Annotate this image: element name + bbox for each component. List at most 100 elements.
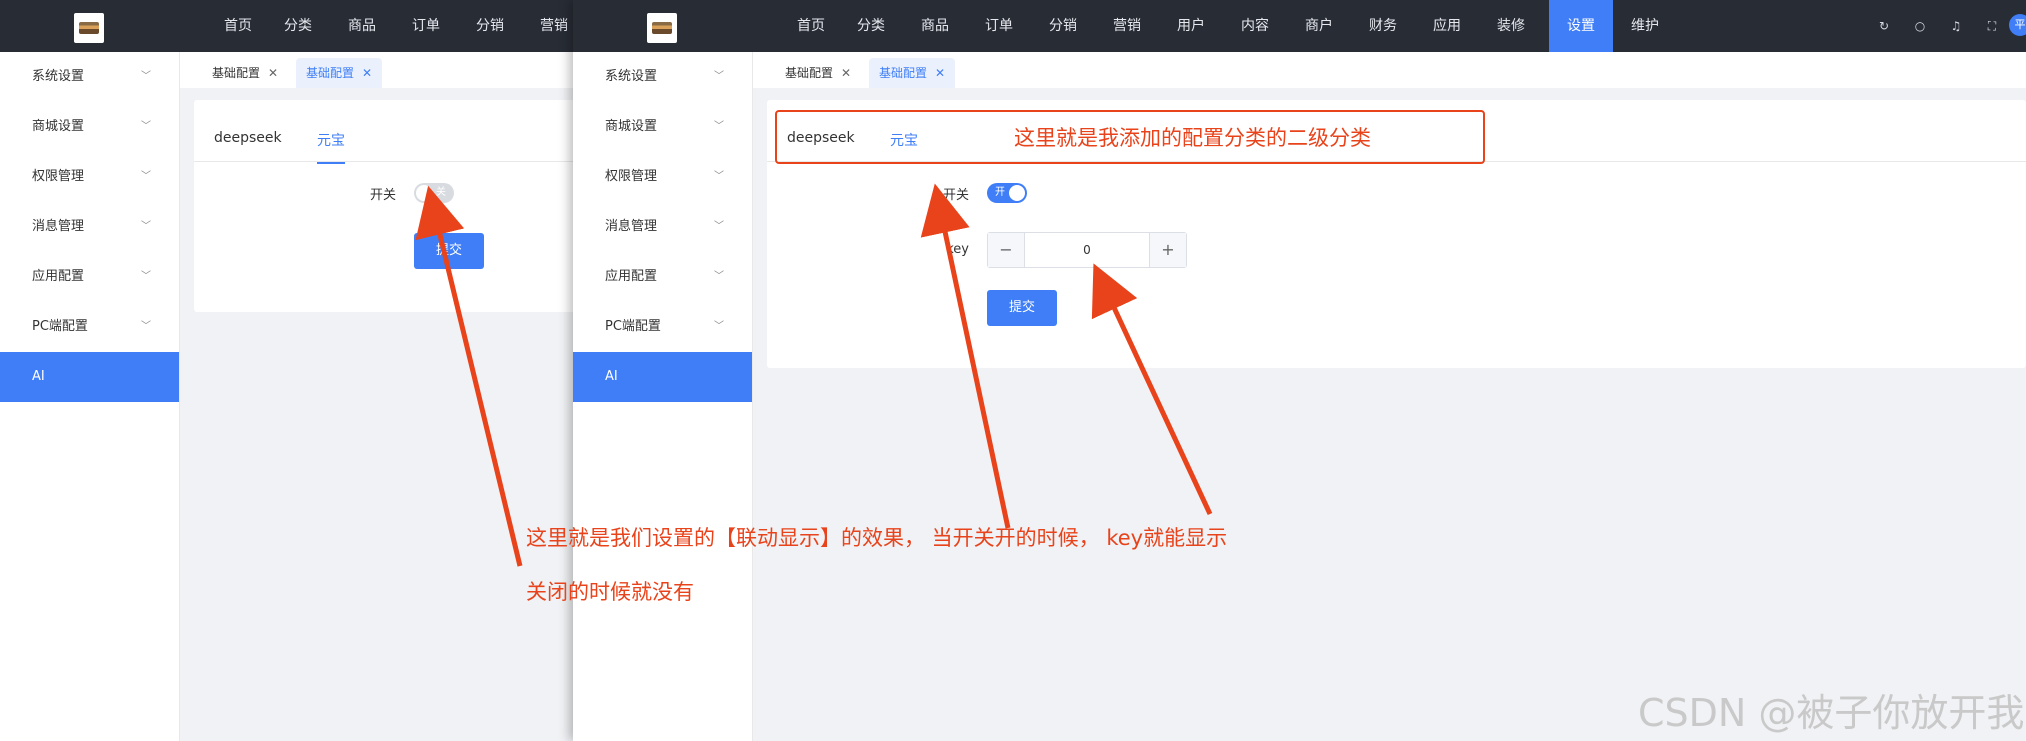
sidebar-item-mall[interactable]: 商城设置 ﹀ (573, 102, 752, 152)
nav-home[interactable]: 首页 (783, 0, 839, 52)
sidebar-item-label: 商城设置 (605, 119, 658, 134)
switch-state-text: 开 (995, 187, 1005, 198)
cake-icon (652, 22, 672, 34)
nav-product[interactable]: 商品 (330, 0, 394, 52)
nav-maintenance[interactable]: 维护 (1613, 0, 1677, 52)
sidebar-item-label: 应用配置 (32, 269, 85, 284)
logo[interactable] (74, 13, 104, 43)
nav-settings[interactable]: 设置 (1549, 0, 1613, 52)
sidebar: 系统设置 ﹀ 商城设置 ﹀ 权限管理 ﹀ 消息管理 ﹀ 应用配置 ﹀ PC端配置 ﹀ AI (0, 52, 180, 741)
nav-distribution[interactable]: 分销 (458, 0, 522, 52)
increment-button[interactable]: + (1150, 233, 1186, 267)
sidebar: 系统设置 ﹀ 商城设置 ﹀ 权限管理 ﹀ 消息管理 ﹀ 应用配置 ﹀ PC端配置 ﹀ AI (573, 52, 753, 741)
decrement-button[interactable]: − (988, 233, 1024, 267)
sidebar-item-label: AI (32, 369, 45, 384)
chevron-down-icon: ﹀ (714, 271, 724, 282)
close-icon[interactable]: ✕ (268, 66, 278, 80)
nav-category[interactable]: 分类 (839, 0, 903, 52)
sidebar-item-ai[interactable]: AI (0, 352, 179, 402)
submit-button[interactable]: 提交 (414, 233, 484, 269)
top-navbar: 首页 分类 商品 订单 分销 营销 (0, 0, 573, 52)
sidebar-item-app[interactable]: 应用配置 ﹀ (0, 252, 179, 302)
config-card: deepseek 元宝 开关 关 提交 (194, 100, 573, 312)
sidebar-item-message[interactable]: 消息管理 ﹀ (573, 202, 752, 252)
chevron-down-icon: ﹀ (141, 221, 151, 232)
nav-merchant[interactable]: 商户 (1287, 0, 1351, 52)
top-icon-group: ↻ ○ ♫ ⛶ (1855, 0, 1999, 52)
nav-marketing[interactable]: 营销 (1095, 0, 1159, 52)
logo[interactable] (647, 13, 677, 43)
chevron-down-icon: ﹀ (141, 121, 151, 132)
tab-basic-config[interactable]: 基础配置 ✕ (775, 58, 861, 88)
nav-category[interactable]: 分类 (266, 0, 330, 52)
sidebar-item-message[interactable]: 消息管理 ﹀ (0, 202, 179, 252)
sidebar-item-pc[interactable]: PC端配置 ﹀ (573, 302, 752, 352)
inner-tab-yuanbao[interactable]: 元宝 (317, 130, 345, 164)
nav-marketing[interactable]: 营销 (522, 0, 573, 52)
toggle-switch[interactable]: 开 (987, 183, 1027, 203)
inner-tabs: deepseek 元宝 (194, 100, 573, 164)
tab-label: 基础配置 (879, 66, 928, 80)
refresh-icon[interactable]: ↻ (1877, 19, 1891, 33)
close-icon[interactable]: ✕ (362, 66, 372, 80)
tab-basic-config-active[interactable]: 基础配置 ✕ (296, 58, 383, 88)
sidebar-item-label: 消息管理 (32, 219, 85, 234)
nav-finance[interactable]: 财务 (1351, 0, 1415, 52)
tab-label: 基础配置 (785, 66, 834, 80)
inner-tab-deepseek[interactable]: deepseek (214, 130, 282, 146)
sidebar-item-label: 商城设置 (32, 119, 85, 134)
sidebar-item-app[interactable]: 应用配置 ﹀ (573, 252, 752, 302)
nav-order[interactable]: 订单 (967, 0, 1031, 52)
sidebar-item-label: 系统设置 (605, 69, 658, 84)
left-window: 首页 分类 商品 订单 分销 营销 系统设置 ﹀ 商城设置 ﹀ 权限管理 ﹀ 消息管理… (0, 0, 573, 741)
nav-apps[interactable]: 应用 (1415, 0, 1479, 52)
submit-button[interactable]: 提交 (987, 290, 1057, 326)
chevron-down-icon: ﹀ (714, 171, 724, 182)
sidebar-item-system[interactable]: 系统设置 ﹀ (0, 52, 179, 102)
sidebar-item-pc[interactable]: PC端配置 ﹀ (0, 302, 179, 352)
page-tabs: 基础配置 ✕ 基础配置 ✕ (180, 52, 573, 88)
sidebar-item-ai[interactable]: AI (573, 352, 752, 402)
sidebar-item-label: PC端配置 (32, 319, 88, 334)
sidebar-item-label: 权限管理 (605, 169, 658, 184)
sidebar-item-label: PC端配置 (605, 319, 661, 334)
tab-basic-config-active[interactable]: 基础配置 ✕ (869, 58, 956, 88)
sidebar-item-permission[interactable]: 权限管理 ﹀ (573, 152, 752, 202)
tab-basic-config[interactable]: 基础配置 ✕ (202, 58, 288, 88)
nav-home[interactable]: 首页 (210, 0, 266, 52)
avatar[interactable]: 平 (2009, 14, 2026, 36)
sidebar-item-mall[interactable]: 商城设置 ﹀ (0, 102, 179, 152)
close-icon[interactable]: ✕ (841, 66, 851, 80)
nav-product[interactable]: 商品 (903, 0, 967, 52)
nav-content[interactable]: 内容 (1223, 0, 1287, 52)
sidebar-item-label: 应用配置 (605, 269, 658, 284)
sidebar-item-label: 权限管理 (32, 169, 85, 184)
key-label: key (946, 242, 969, 257)
nav-user[interactable]: 用户 (1159, 0, 1223, 52)
sidebar-item-label: 消息管理 (605, 219, 658, 234)
close-icon[interactable]: ✕ (935, 66, 945, 80)
bell-icon[interactable]: ♫ (1949, 19, 1963, 33)
watermark: CSDN @被子你放开我 (1638, 691, 2025, 735)
switch-knob (1009, 185, 1025, 201)
key-input[interactable]: 0 (1024, 233, 1150, 267)
sidebar-item-permission[interactable]: 权限管理 ﹀ (0, 152, 179, 202)
top-navbar: 首页 分类 商品 订单 分销 营销 用户 内容 商户 财务 应用 装修 设置 维… (573, 0, 2026, 52)
switch-knob (416, 185, 432, 201)
callout-text: 这里就是我添加的配置分类的二级分类 (1014, 126, 1371, 150)
annotation-line-1: 这里就是我们设置的【联动显示】的效果， 当开关开的时候， key就能显示 (526, 526, 1228, 550)
search-icon[interactable]: ○ (1913, 19, 1927, 33)
toggle-switch[interactable]: 关 (414, 183, 454, 203)
sidebar-item-system[interactable]: 系统设置 ﹀ (573, 52, 752, 102)
chevron-down-icon: ﹀ (141, 171, 151, 182)
key-stepper: − 0 + (987, 232, 1187, 268)
nav-order[interactable]: 订单 (394, 0, 458, 52)
fullscreen-icon[interactable]: ⛶ (1985, 19, 1999, 33)
nav-decoration[interactable]: 装修 (1479, 0, 1543, 52)
sidebar-item-label: AI (605, 369, 618, 384)
tab-label: 基础配置 (306, 66, 355, 80)
cake-icon (79, 22, 99, 34)
nav-distribution[interactable]: 分销 (1031, 0, 1095, 52)
switch-label: 开关 (369, 188, 396, 203)
chevron-down-icon: ﹀ (714, 71, 724, 82)
